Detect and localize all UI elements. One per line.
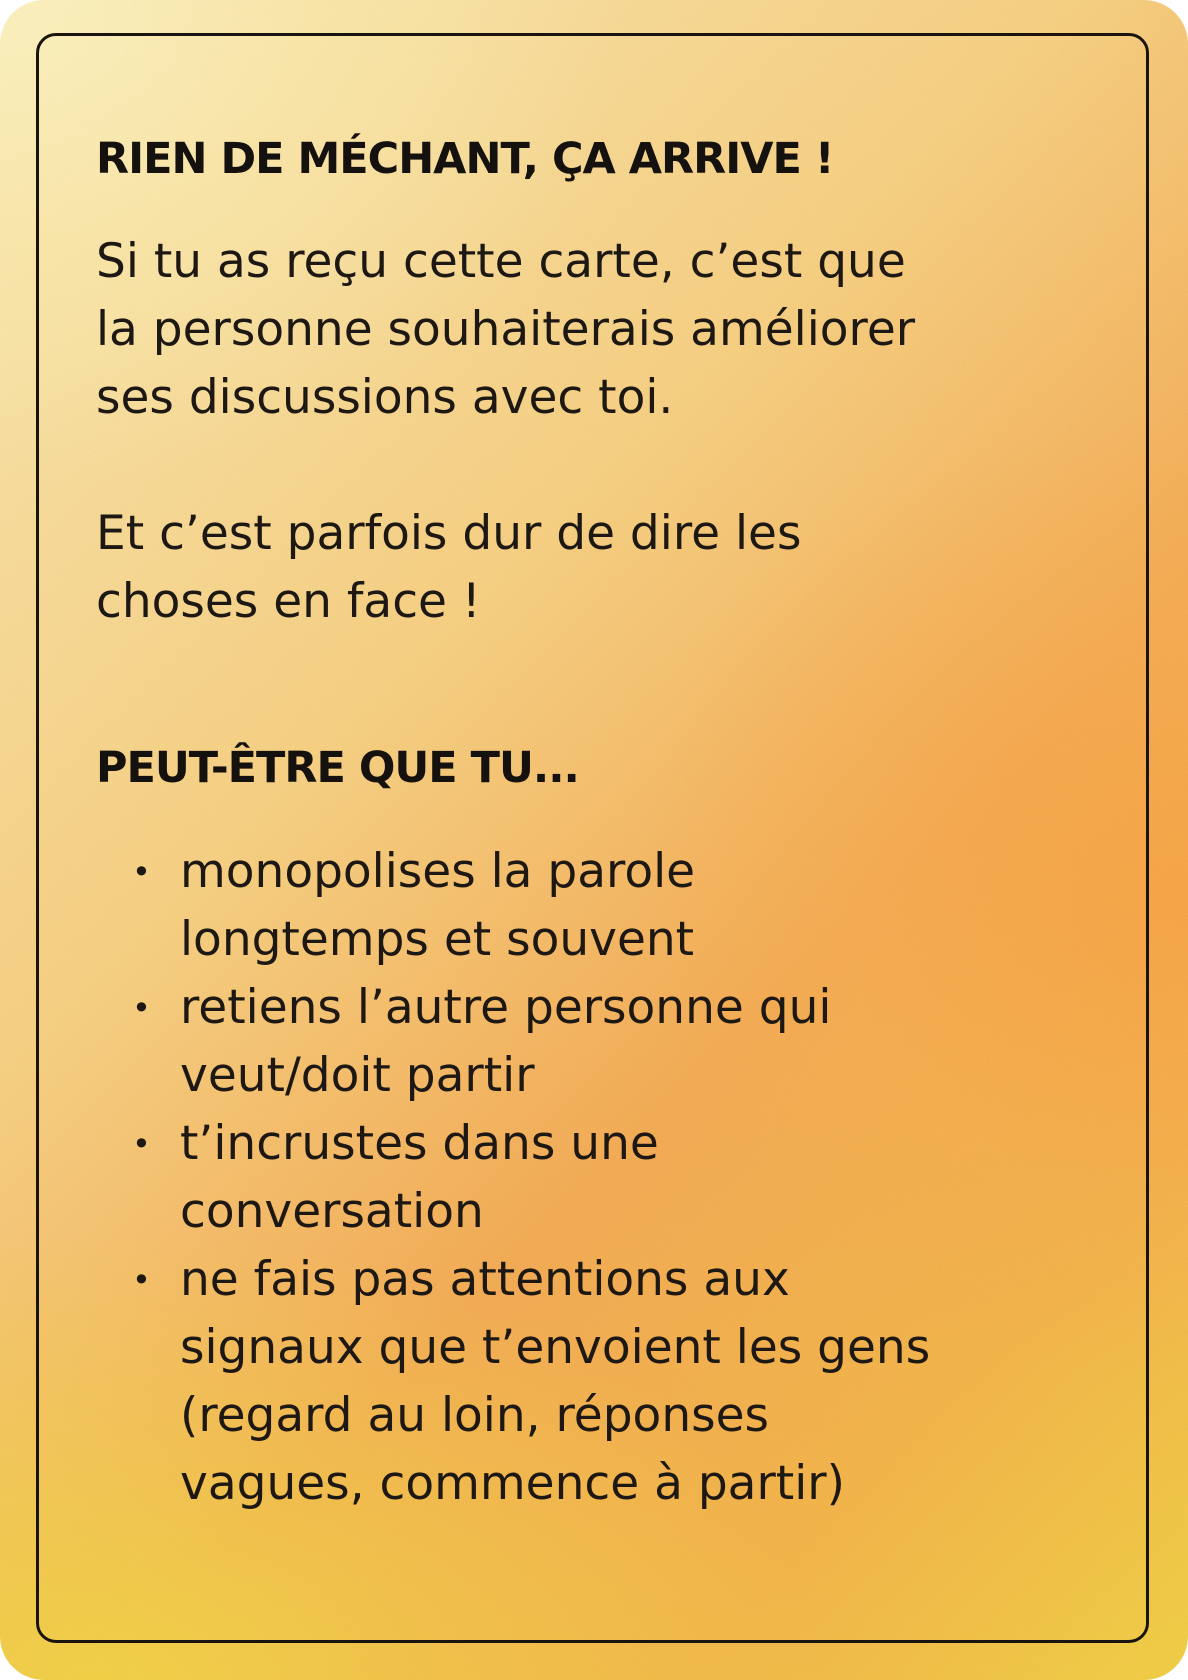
list-item: • retiens l’autre personne qui veut/doit…	[96, 974, 930, 1110]
second-line: Et c’est parfois dur de dire les	[96, 506, 802, 561]
list-item-line: vagues, commence à partir)	[180, 1456, 845, 1511]
list-item-line: longtemps et souvent	[180, 912, 695, 967]
list-item-text: t’incrustes dans une conversation	[180, 1110, 930, 1246]
second-paragraph: Et c’est parfois dur de dire les choses …	[96, 500, 801, 636]
list-item-line: retiens l’autre personne qui	[180, 980, 832, 1035]
list-item-text: monopolises la parole longtemps et souve…	[180, 838, 930, 974]
list-item-line: conversation	[180, 1184, 484, 1239]
bullet-icon: •	[132, 853, 151, 891]
intro-line: la personne souhaiterais améliorer	[96, 302, 916, 357]
list-item-line: ne fais pas attentions aux	[180, 1252, 790, 1307]
intro-line: Si tu as reçu cette carte, c’est que	[96, 234, 906, 289]
heading-rien-de-mechant: RIEN DE MÉCHANT, ÇA ARRIVE !	[96, 134, 834, 184]
list-item-line: monopolises la parole	[180, 844, 696, 899]
heading-peut-etre-que-tu: PEUT-ÊTRE QUE TU...	[96, 743, 580, 793]
list-item: • t’incrustes dans une conversation	[96, 1110, 930, 1246]
list-item-line: (regard au loin, réponses	[180, 1388, 769, 1443]
behavior-list: • monopolises la parole longtemps et sou…	[96, 838, 930, 1518]
list-item-text: retiens l’autre personne qui veut/doit p…	[180, 974, 930, 1110]
list-item: • ne fais pas attentions aux signaux que…	[96, 1246, 930, 1518]
bullet-icon: •	[132, 989, 151, 1027]
second-line: choses en face !	[96, 574, 481, 629]
list-item-line: veut/doit partir	[180, 1048, 535, 1103]
bullet-icon: •	[132, 1261, 151, 1299]
list-item: • monopolises la parole longtemps et sou…	[96, 838, 930, 974]
list-item-line: t’incrustes dans une	[180, 1116, 659, 1171]
intro-line: ses discussions avec toi.	[96, 370, 674, 425]
bullet-icon: •	[132, 1125, 151, 1163]
intro-paragraph: Si tu as reçu cette carte, c’est que la …	[96, 228, 915, 432]
card: RIEN DE MÉCHANT, ÇA ARRIVE ! Si tu as re…	[0, 0, 1188, 1680]
list-item-line: signaux que t’envoient les gens	[180, 1320, 931, 1375]
list-item-text: ne fais pas attentions aux signaux que t…	[180, 1246, 930, 1518]
